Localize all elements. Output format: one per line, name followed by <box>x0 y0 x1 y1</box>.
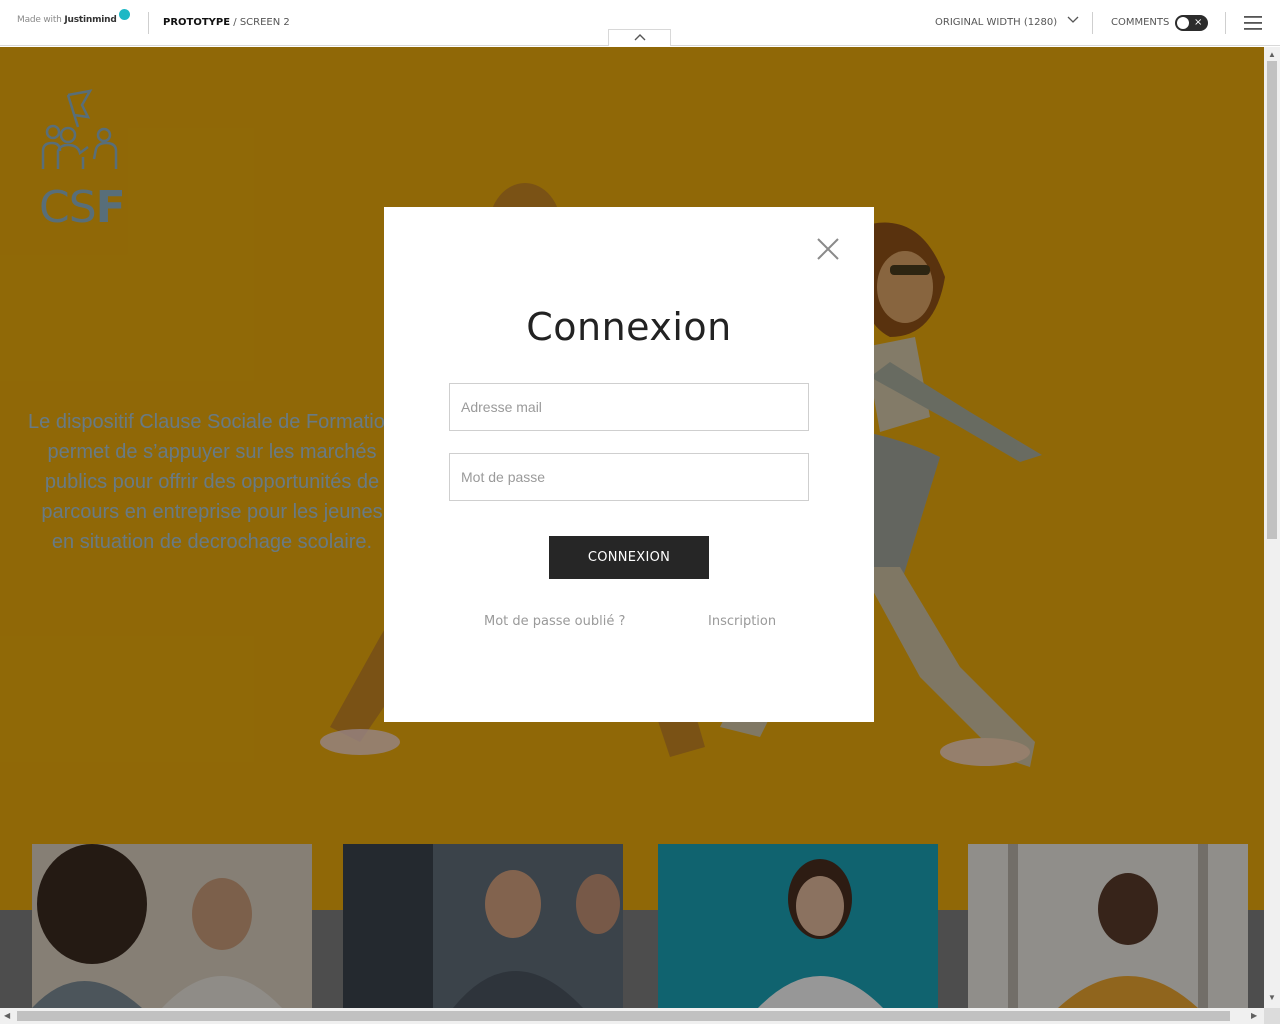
scroll-right-icon[interactable]: ▶ <box>1251 1011 1257 1020</box>
toggle-knob <box>1177 17 1189 29</box>
comments-toggle[interactable]: × <box>1175 15 1208 31</box>
breadcrumb-root[interactable]: PROTOTYPE <box>163 17 230 28</box>
brand-label[interactable]: Made with Justinmind <box>17 15 117 25</box>
login-modal: Connexion CONNEXION Mot de passe oublié … <box>384 207 874 722</box>
brand-prefix: Made with <box>17 15 62 25</box>
modal-title: Connexion <box>526 305 732 349</box>
login-button[interactable]: CONNEXION <box>549 536 709 579</box>
brand-dot-icon <box>119 9 130 20</box>
width-selector-label[interactable]: ORIGINAL WIDTH (1280) <box>935 17 1057 28</box>
chevron-up-icon <box>634 34 646 41</box>
chevron-down-icon[interactable] <box>1067 14 1079 26</box>
divider <box>1092 12 1093 34</box>
toggle-off-icon: × <box>1194 17 1203 28</box>
comments-label: COMMENTS <box>1111 17 1170 28</box>
horizontal-scroll-thumb[interactable] <box>17 1011 1230 1021</box>
horizontal-scrollbar[interactable]: ◀ ▶ <box>0 1008 1264 1024</box>
vertical-scrollbar[interactable]: ▲ ▼ <box>1264 47 1280 1008</box>
divider <box>1225 12 1226 34</box>
brand-name: Justinmind <box>64 15 117 25</box>
scroll-left-icon[interactable]: ◀ <box>4 1011 10 1020</box>
scrollbar-corner <box>1264 1008 1280 1024</box>
email-field[interactable] <box>449 383 809 431</box>
forgot-password-link[interactable]: Mot de passe oublié ? <box>484 614 625 629</box>
breadcrumb-screen[interactable]: SCREEN 2 <box>240 17 290 28</box>
register-link[interactable]: Inscription <box>708 614 776 629</box>
breadcrumb: PROTOTYPE / SCREEN 2 <box>163 17 290 28</box>
hamburger-menu-icon[interactable] <box>1244 15 1262 31</box>
scroll-down-icon[interactable]: ▼ <box>1268 993 1276 1002</box>
vertical-scroll-thumb[interactable] <box>1267 61 1277 539</box>
close-icon[interactable] <box>816 237 840 261</box>
password-field[interactable] <box>449 453 809 501</box>
scroll-up-icon[interactable]: ▲ <box>1268 50 1276 59</box>
collapse-toolbar-handle[interactable] <box>608 29 671 46</box>
divider <box>148 12 149 34</box>
breadcrumb-separator: / <box>230 17 240 28</box>
